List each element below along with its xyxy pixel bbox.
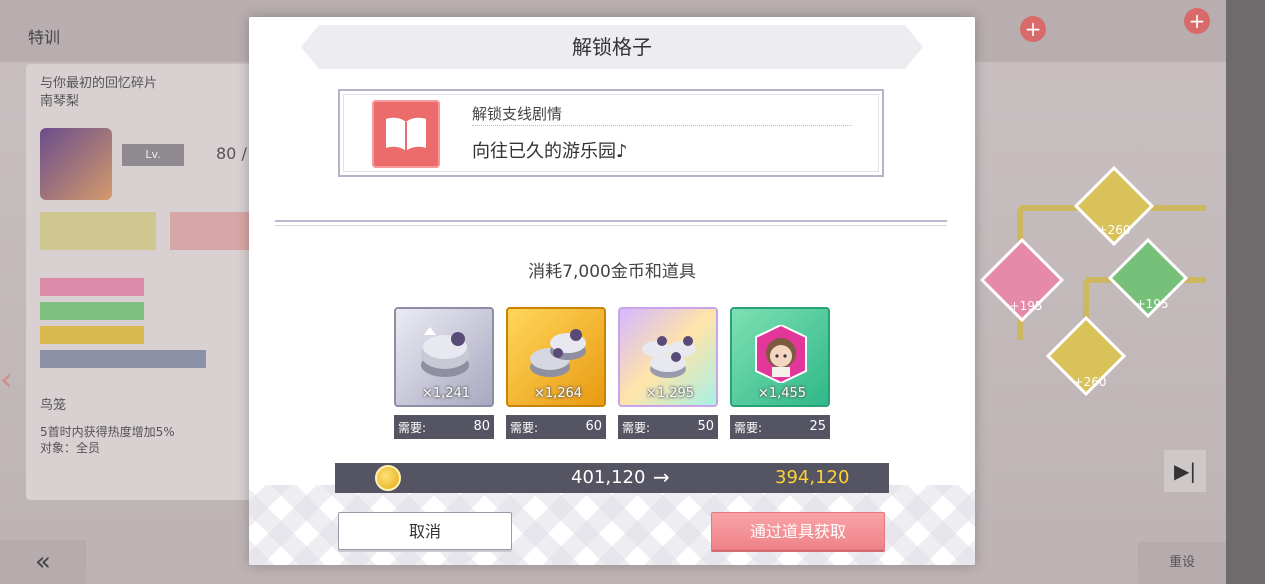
need-value: 50: [697, 419, 714, 434]
level-value: 80 /: [216, 144, 247, 163]
coins-current: 401,120: [571, 467, 646, 488]
card-info-panel: 与你最初的回忆碎片 南琴梨 Lv. 80 / 鸟笼 5首时内获得热度增加5% 对…: [26, 64, 252, 500]
node-value: +260: [1098, 223, 1131, 237]
node-value: +260: [1074, 375, 1107, 389]
skill-node[interactable]: +195: [979, 237, 1065, 323]
story-book-icon: [372, 100, 440, 168]
item-slot[interactable]: ×1,241 需要: 80: [394, 307, 494, 439]
arrow-right-icon: →: [653, 465, 670, 489]
skill-node[interactable]: +260: [1045, 315, 1127, 397]
item-slot[interactable]: ×1,264 需要: 60: [506, 307, 606, 439]
add-plus-icon[interactable]: +: [1020, 16, 1046, 42]
skill-name: 鸟笼: [40, 398, 67, 413]
node-value: +195: [1136, 297, 1169, 311]
need-label: 需要:: [510, 421, 539, 435]
right-edge-strip: [1226, 0, 1265, 584]
need-label: 需要:: [734, 421, 763, 435]
rainbow-macaron-icon[interactable]: ×1,295: [618, 307, 718, 407]
story-title: 向往已久的游乐园♪: [472, 141, 628, 162]
need-value: 80: [473, 419, 490, 434]
screen-title: 特训: [28, 28, 61, 47]
coins-after: 394,120: [775, 467, 850, 488]
dialog-title: 解锁格子: [572, 35, 652, 59]
item-required: 需要: 25: [730, 415, 830, 439]
stat-bar-4: [40, 350, 206, 368]
item-count: ×1,455: [757, 386, 807, 401]
add-plus-icon-2[interactable]: +: [1184, 8, 1210, 34]
back-button[interactable]: «: [0, 540, 86, 584]
stat-bar-1: [40, 278, 144, 296]
skill-description: 5首时内获得热度增加5% 对象：全员: [40, 424, 175, 456]
section-divider: [275, 220, 947, 226]
coin-balance-bar: 401,120 → 394,120: [335, 463, 889, 493]
cancel-button[interactable]: 取消: [338, 512, 512, 550]
stat-bar-3: [40, 326, 144, 344]
character-memento-icon[interactable]: ×1,455: [730, 307, 830, 407]
skip-button[interactable]: ▶|: [1164, 450, 1206, 492]
item-count: ×1,264: [533, 386, 583, 401]
item-required: 需要: 60: [506, 415, 606, 439]
stat-bar-2: [40, 302, 144, 320]
need-value: 25: [809, 419, 826, 434]
skill-node[interactable]: +260: [1073, 165, 1155, 247]
need-label: 需要:: [622, 421, 651, 435]
silver-macaron-icon[interactable]: ×1,241: [394, 307, 494, 407]
level-label: Lv.: [122, 144, 184, 166]
get-via-items-button[interactable]: 通过道具获取: [711, 512, 885, 550]
gold-coin-icon: [375, 465, 401, 491]
stat-bars: [40, 278, 206, 374]
item-required: 需要: 80: [394, 415, 494, 439]
character-name: 南琴梨: [40, 94, 80, 109]
unlock-reward-box: 解锁支线剧情 向往已久的游乐园♪: [338, 89, 884, 177]
gold-macaron-icon[interactable]: ×1,264: [506, 307, 606, 407]
node-value: +195: [1010, 299, 1043, 313]
item-slot[interactable]: ×1,455 需要: 25: [730, 307, 830, 439]
skill-node[interactable]: +195: [1107, 237, 1189, 319]
skill-desc-line-1: 5首时内获得热度增加5%: [40, 425, 175, 439]
reset-button[interactable]: 重设: [1138, 542, 1226, 584]
item-required: 需要: 50: [618, 415, 718, 439]
limit-break-button[interactable]: [40, 212, 156, 250]
unlock-label: 解锁支线剧情: [472, 105, 563, 123]
skill-tree-nodes: +260 +195 +195 +260: [979, 165, 1206, 397]
item-slot[interactable]: ×1,295 需要: 50: [618, 307, 718, 439]
need-label: 需要:: [398, 421, 427, 435]
awaken-button[interactable]: [170, 212, 252, 250]
unlock-slot-dialog: 解锁格子 解锁支线剧情 向往已久的游乐园♪ 消耗7,000金币和道具 ×1,24…: [249, 17, 975, 565]
card-name: 与你最初的回忆碎片: [40, 76, 158, 91]
need-value: 60: [585, 419, 602, 434]
chevron-left-icon[interactable]: ‹: [0, 360, 22, 404]
cost-text: 消耗7,000金币和道具: [528, 262, 696, 282]
skill-desc-line-2: 对象：全员: [40, 441, 101, 455]
item-count: ×1,241: [421, 386, 471, 401]
item-count: ×1,295: [645, 386, 695, 401]
dotted-divider: [472, 125, 852, 126]
card-avatar[interactable]: [40, 128, 112, 200]
